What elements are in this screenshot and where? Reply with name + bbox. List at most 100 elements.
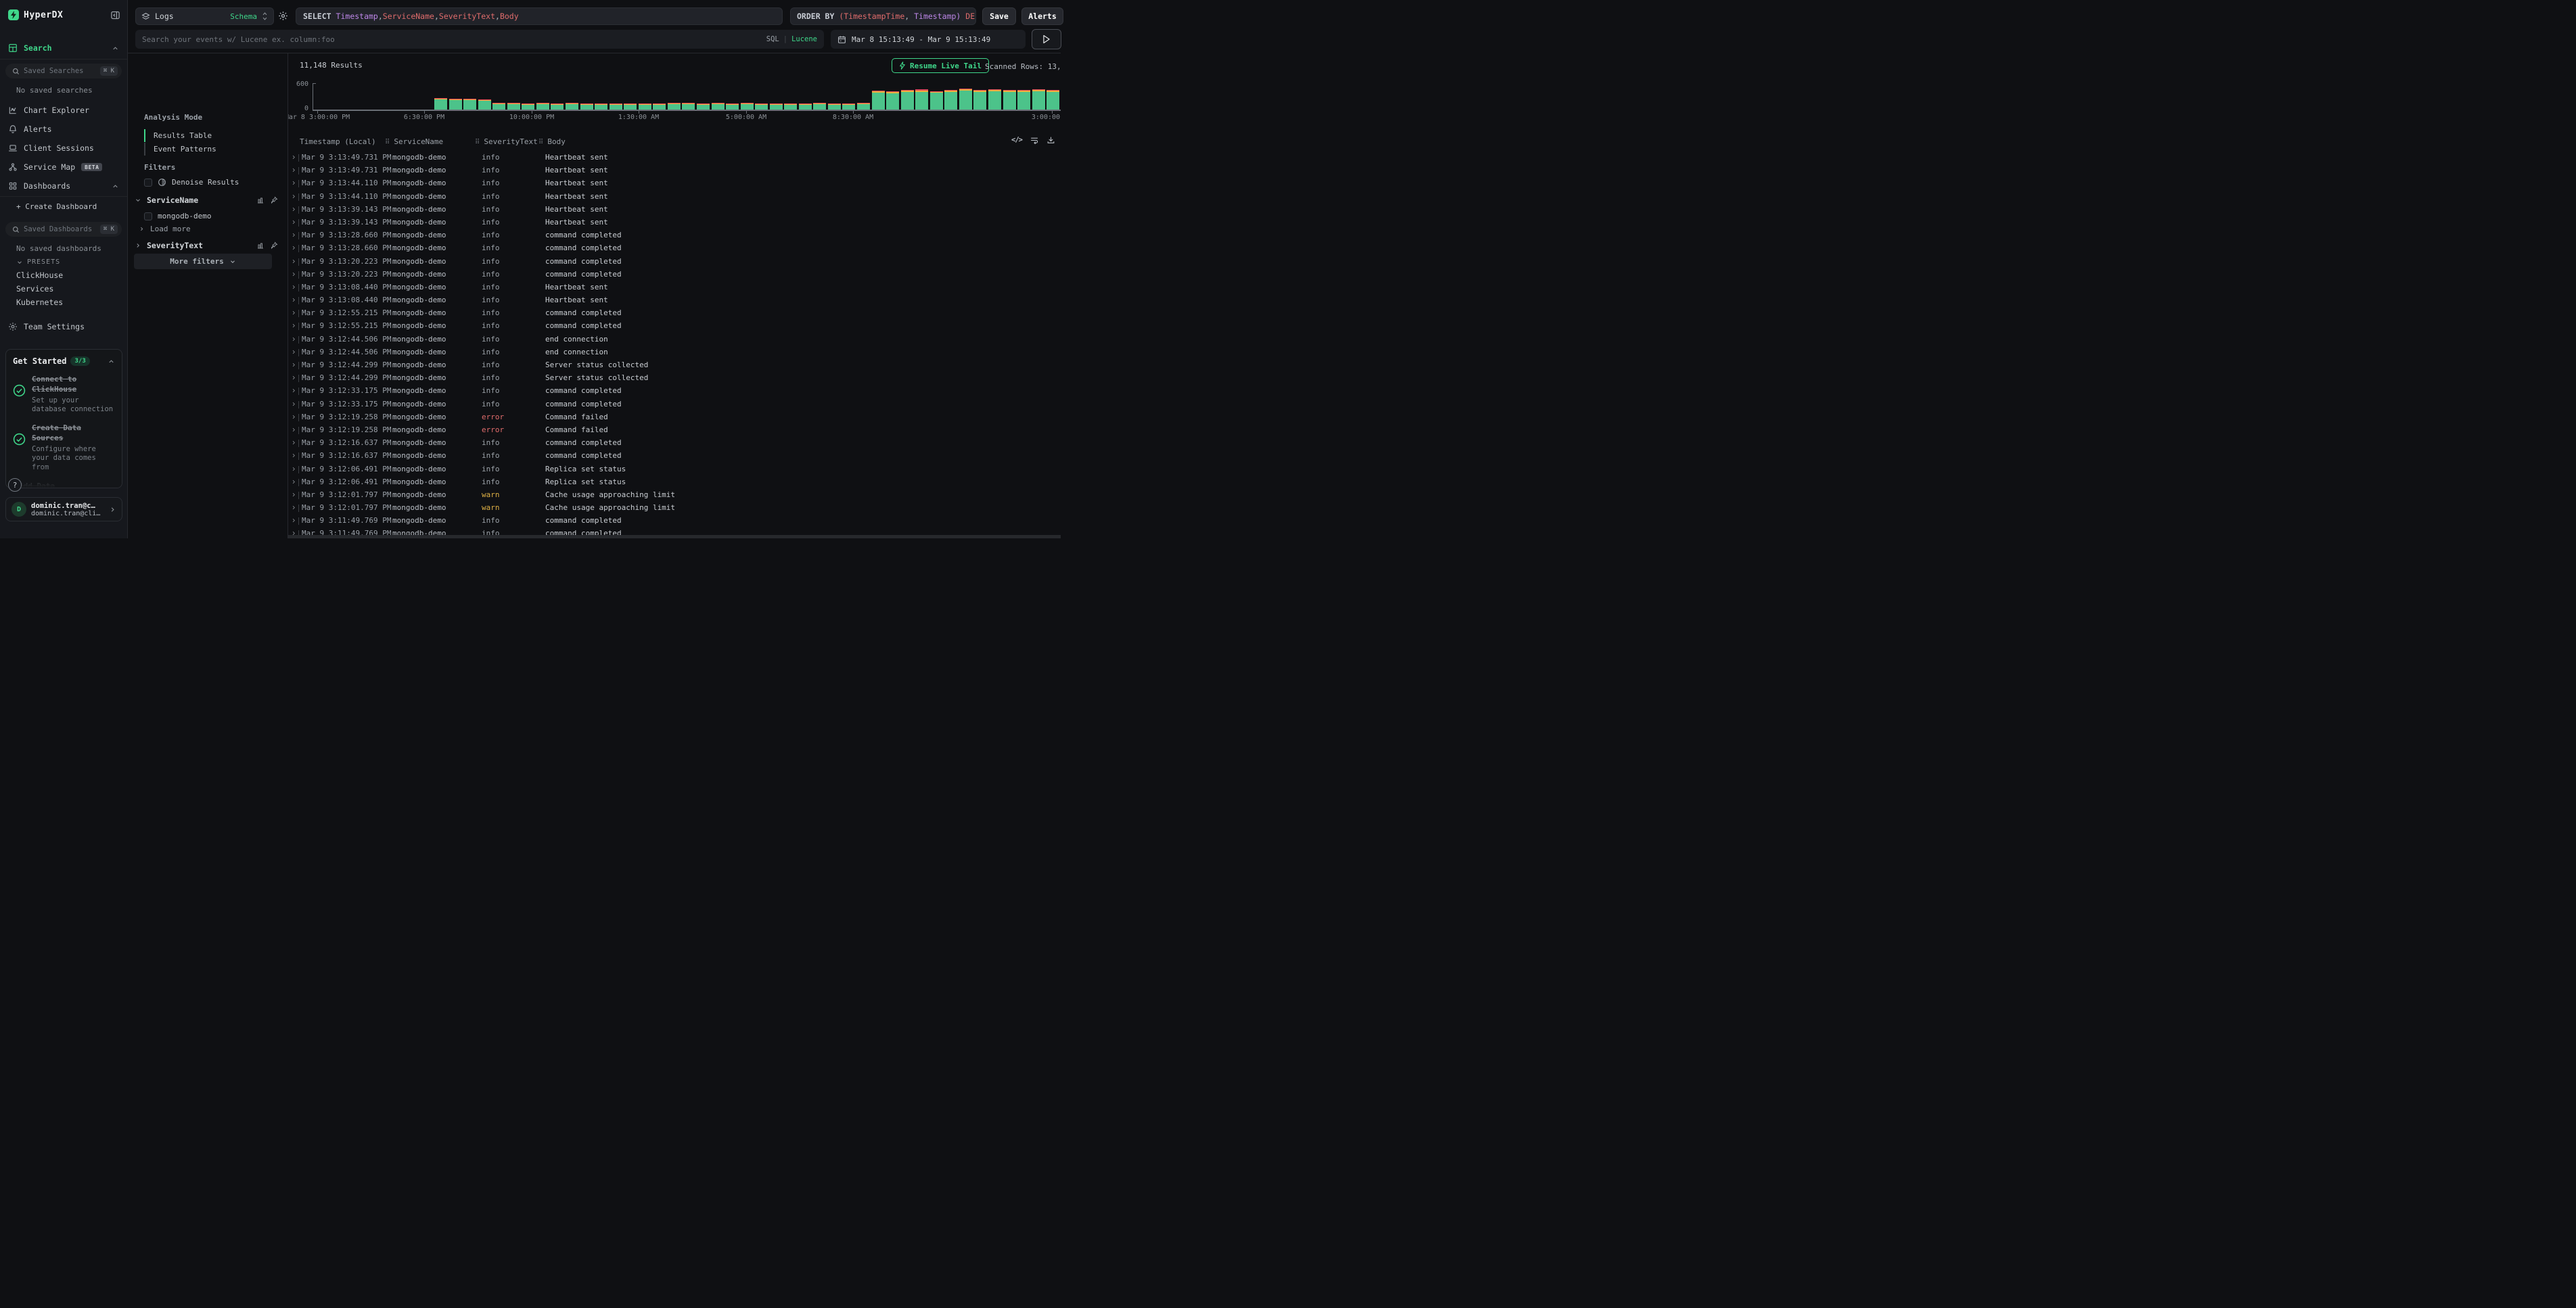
chart-bar[interactable] <box>536 103 549 104</box>
chart-bar[interactable] <box>988 90 1001 91</box>
table-row[interactable]: Mar 9 3:11:49.769 PMmongodb-demoinfocomm… <box>288 515 1061 528</box>
expand-row-icon[interactable] <box>291 465 296 473</box>
chart-bar[interactable] <box>595 103 607 104</box>
chart-bar[interactable] <box>434 98 447 99</box>
chart-bar[interactable] <box>755 105 768 110</box>
table-row[interactable]: Mar 9 3:13:39.143 PMmongodb-demoinfoHear… <box>288 204 1061 216</box>
chart-bar[interactable] <box>973 90 986 91</box>
chart-bar[interactable] <box>1046 90 1059 91</box>
chart-bar[interactable] <box>799 103 812 104</box>
expand-row-icon[interactable] <box>291 322 296 329</box>
table-row[interactable]: Mar 9 3:11:49.769 PMmongodb-demoinfocomm… <box>288 528 1061 535</box>
expand-row-icon[interactable] <box>291 348 296 356</box>
chart-bar[interactable] <box>522 104 534 105</box>
column-header-timestamp[interactable]: Timestamp (Local) <box>300 137 376 146</box>
chart-bar[interactable] <box>653 103 666 104</box>
table-row[interactable]: Mar 9 3:13:28.660 PMmongodb-demoinfocomm… <box>288 242 1061 255</box>
chart-bar[interactable] <box>799 105 812 110</box>
table-row[interactable]: Mar 9 3:12:01.797 PMmongodb-demowarnCach… <box>288 489 1061 502</box>
event-search-input[interactable]: Search your events w/ Lucene ex. column:… <box>135 30 824 49</box>
language-lucene-toggle[interactable]: Lucene <box>791 35 817 43</box>
chart-bar[interactable] <box>828 104 841 105</box>
chart-bar[interactable] <box>449 100 462 110</box>
date-range-picker[interactable]: Mar 8 15:13:49 - Mar 9 15:13:49 <box>831 30 1026 49</box>
expand-row-icon[interactable] <box>291 271 296 278</box>
expand-row-icon[interactable] <box>291 387 296 394</box>
chart-bar[interactable] <box>842 104 855 105</box>
chart-bar[interactable] <box>872 93 885 110</box>
run-query-button[interactable] <box>1032 29 1061 49</box>
chart-bar[interactable] <box>930 91 943 92</box>
chart-bar[interactable] <box>930 93 943 110</box>
chart-bar[interactable] <box>784 103 797 104</box>
chart-bar[interactable] <box>639 104 651 105</box>
chart-bar[interactable] <box>463 99 476 100</box>
chart-bar[interactable] <box>595 104 607 105</box>
table-row[interactable]: Mar 9 3:13:08.440 PMmongodb-demoinfoHear… <box>288 281 1061 294</box>
chart-toggle-icon[interactable] <box>256 241 264 250</box>
table-row[interactable]: Mar 9 3:13:08.440 PMmongodb-demoinfoHear… <box>288 294 1061 307</box>
chart-bar[interactable] <box>712 104 724 110</box>
chart-bar[interactable] <box>610 104 622 105</box>
chart-bar[interactable] <box>522 105 534 110</box>
create-dashboard-button[interactable]: + Create Dashboard <box>16 202 97 211</box>
chart-bar[interactable] <box>712 103 724 104</box>
preset-services[interactable]: Services <box>16 284 53 294</box>
expand-row-icon[interactable] <box>291 504 296 511</box>
query-settings-gear-icon[interactable] <box>278 11 288 21</box>
chart-bar[interactable] <box>653 105 666 110</box>
expand-row-icon[interactable] <box>291 309 296 317</box>
expand-row-icon[interactable] <box>291 193 296 200</box>
saved-dashboards-input[interactable]: Saved Dashboards ⌘ K <box>5 222 122 237</box>
chart-bar[interactable] <box>726 103 739 104</box>
chart-bar[interactable] <box>639 105 651 110</box>
chart-bar[interactable] <box>624 104 637 105</box>
chart-bar[interactable] <box>959 91 972 110</box>
help-button[interactable]: ? <box>8 478 22 492</box>
expand-row-icon[interactable] <box>291 258 296 265</box>
filter-option-checkbox[interactable] <box>144 212 152 220</box>
preset-clickhouse[interactable]: ClickHouse <box>16 271 63 280</box>
expand-row-icon[interactable] <box>291 400 296 408</box>
chart-bar[interactable] <box>1032 90 1045 91</box>
chart-bar[interactable] <box>522 103 534 104</box>
chart-bar[interactable] <box>580 103 593 104</box>
table-row[interactable]: Mar 9 3:13:44.110 PMmongodb-demoinfoHear… <box>288 191 1061 204</box>
chart-bar[interactable] <box>1017 90 1030 91</box>
chart-bar[interactable] <box>507 104 520 110</box>
chevron-up-icon[interactable] <box>108 358 115 365</box>
chart-bar[interactable] <box>770 103 783 104</box>
denoise-results-row[interactable]: Denoise Results <box>144 178 278 187</box>
expand-row-icon[interactable] <box>291 166 296 174</box>
chart-bar[interactable] <box>434 99 447 110</box>
chart-bar[interactable] <box>551 105 564 110</box>
chart-bar[interactable] <box>653 104 666 105</box>
chart-bar[interactable] <box>624 105 637 110</box>
expand-row-icon[interactable] <box>291 413 296 421</box>
chart-bar[interactable] <box>944 91 957 92</box>
expand-row-icon[interactable] <box>291 439 296 446</box>
chart-bar[interactable] <box>784 104 797 105</box>
code-view-icon[interactable]: </> <box>1011 136 1022 145</box>
user-account-button[interactable]: D dominic.tran@c… dominic.tran@cli… <box>5 497 122 521</box>
expand-row-icon[interactable] <box>291 179 296 187</box>
chart-bar[interactable] <box>1046 92 1059 110</box>
expand-row-icon[interactable] <box>291 426 296 434</box>
table-row[interactable]: Mar 9 3:12:06.491 PMmongodb-demoinfoRepl… <box>288 476 1061 489</box>
chart-bar[interactable] <box>959 89 972 91</box>
chart-bar[interactable] <box>595 105 607 110</box>
chart-bar[interactable] <box>1003 90 1016 91</box>
chart-bar[interactable] <box>944 90 957 91</box>
chart-bar[interactable] <box>930 92 943 93</box>
table-row[interactable]: Mar 9 3:13:44.110 PMmongodb-demoinfoHear… <box>288 177 1061 190</box>
chart-toggle-icon[interactable] <box>256 196 264 204</box>
chart-bar[interactable] <box>507 103 520 104</box>
chart-bar[interactable] <box>988 91 1001 110</box>
chart-bar[interactable] <box>915 91 928 92</box>
collapse-sidebar-icon[interactable] <box>110 10 120 20</box>
chart-bar[interactable] <box>813 103 826 104</box>
table-row[interactable]: Mar 9 3:12:16.637 PMmongodb-demoinfocomm… <box>288 450 1061 463</box>
chart-bar[interactable] <box>697 104 710 105</box>
chart-bar[interactable] <box>842 103 855 104</box>
expand-row-icon[interactable] <box>291 374 296 381</box>
